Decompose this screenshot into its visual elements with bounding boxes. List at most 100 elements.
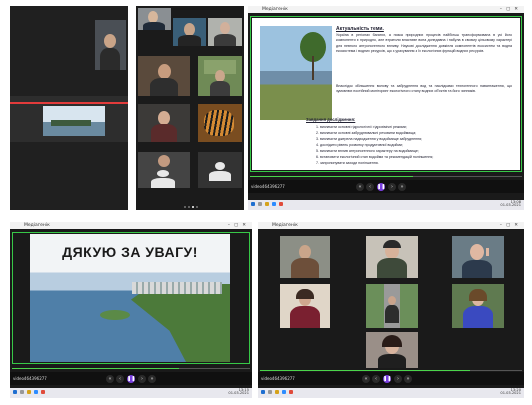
participant-tile[interactable] (95, 20, 126, 70)
rewind-icon[interactable]: « (106, 375, 114, 383)
participant-face (158, 64, 171, 79)
skip-forward-icon[interactable]: › (388, 183, 396, 191)
participant-face (470, 244, 484, 260)
window-controls[interactable]: –▢✕ (500, 223, 522, 228)
participant-tile[interactable] (366, 332, 418, 368)
recording-name: video464396277 (261, 376, 295, 381)
participant-body (214, 34, 236, 46)
slide-thumbnail (43, 106, 105, 136)
search-icon[interactable] (258, 202, 262, 206)
screenshot-participants-grid (136, 6, 244, 210)
avatar-placeholder-icon (151, 178, 175, 188)
participant-tile[interactable] (138, 8, 171, 30)
slide-heading: Актуальність теми. (336, 26, 384, 32)
participant-tile[interactable] (366, 236, 418, 278)
playback-progress[interactable] (12, 368, 250, 369)
participant-face (220, 22, 230, 34)
avatar-placeholder-icon (157, 170, 169, 177)
city-shore (131, 284, 230, 362)
taskbar-app-icon[interactable] (279, 202, 283, 206)
taskbar-app-icon[interactable] (34, 390, 38, 394)
windows-start-icon[interactable] (251, 202, 255, 206)
participant-tile[interactable] (366, 284, 418, 328)
participant-hair (382, 335, 402, 347)
avatar-placeholder-icon (215, 162, 225, 170)
windows-start-icon[interactable] (13, 390, 17, 394)
window-controls[interactable]: –▢✕ (500, 7, 522, 12)
taskbar-app-icon[interactable] (265, 202, 269, 206)
fast-forward-icon[interactable]: » (398, 183, 406, 191)
fast-forward-icon[interactable]: » (404, 375, 412, 383)
slide-area: ДЯКУЮ ЗА УВАГУ! (30, 234, 230, 362)
play-icon[interactable]: ❚❚ (127, 375, 135, 383)
recording-name: video464396277 (13, 376, 47, 381)
taskbar-clock: 13:20 01.03.2021 (500, 388, 521, 396)
participant-tile[interactable] (198, 104, 242, 142)
participant-body (291, 258, 319, 278)
playback-progress[interactable] (250, 176, 522, 177)
slide-body-2: Внаслідок збільшення вилову та забруднен… (336, 84, 512, 94)
taskbar-app-icon[interactable] (275, 390, 279, 394)
skip-forward-icon[interactable]: › (394, 375, 402, 383)
participant-body (377, 258, 407, 278)
participant-tile[interactable] (452, 284, 504, 328)
skip-back-icon[interactable]: ‹ (116, 375, 124, 383)
windows-start-icon[interactable] (261, 390, 265, 394)
play-icon[interactable]: ❚❚ (383, 375, 391, 383)
window-titlebar: Медіагенік –▢✕ (248, 6, 524, 13)
playback-progress[interactable] (260, 370, 522, 371)
window-titlebar: Медіагенік –▢✕ (10, 222, 252, 229)
window-titlebar: Медіагенік –▢✕ (258, 222, 524, 229)
participant-tile[interactable] (208, 18, 242, 46)
tasks-list: визначити основні гідрологічні і гідрохі… (310, 124, 510, 166)
screenshot-presentation-slide: Медіагенік –▢✕ Актуальність теми. Україн… (248, 6, 524, 210)
participant-tile[interactable] (452, 236, 504, 278)
participant-tile[interactable] (280, 236, 330, 278)
window-title: Медіагенік (262, 7, 288, 12)
participant-body (462, 260, 492, 278)
slide-area: Актуальність теми. Україна в регіонах ба… (252, 18, 520, 170)
play-icon[interactable]: ❚❚ (377, 183, 385, 191)
participant-tile[interactable] (198, 152, 242, 188)
window-controls[interactable]: –▢✕ (228, 223, 250, 228)
tiger-image (204, 110, 234, 136)
taskbar-clock: 13:08 01.03.2021 (500, 200, 521, 208)
presentation-thumbnail[interactable] (10, 96, 128, 142)
participant-hair (296, 289, 314, 299)
slide-title: ДЯКУЮ ЗА УВАГУ! (62, 244, 198, 260)
player-controls: video464396277 « ‹ ❚❚ › » (248, 180, 524, 193)
task-item: запропонувати заходи поліпшення. (320, 160, 510, 166)
taskbar-app-icon[interactable] (41, 390, 45, 394)
rewind-icon[interactable]: « (362, 375, 370, 383)
participant-tile[interactable] (138, 56, 190, 96)
participant-tile[interactable] (173, 18, 206, 46)
participant-face (158, 111, 170, 125)
recording-name: video464396277 (251, 184, 285, 189)
participant-tile[interactable] (138, 152, 190, 188)
taskbar-clock: 13:15 01.03.2021 (228, 388, 249, 396)
pagination-dots[interactable] (184, 206, 198, 208)
skip-back-icon[interactable]: ‹ (366, 183, 374, 191)
window-title: Медіагенік (272, 223, 298, 228)
red-divider (10, 102, 128, 104)
participant-body (290, 306, 320, 328)
participant-hair (383, 240, 401, 248)
taskbar-app-icon[interactable] (282, 390, 286, 394)
participant-body (210, 81, 230, 96)
taskbar-app-icon[interactable] (272, 202, 276, 206)
participant-tile[interactable] (198, 56, 242, 96)
shore-area (51, 120, 91, 126)
fast-forward-icon[interactable]: » (148, 375, 156, 383)
search-icon[interactable] (268, 390, 272, 394)
raised-finger (486, 248, 489, 256)
taskbar-app-icon[interactable] (289, 390, 293, 394)
search-icon[interactable] (20, 390, 24, 394)
skip-forward-icon[interactable]: › (138, 375, 146, 383)
skip-back-icon[interactable]: ‹ (372, 375, 380, 383)
participant-tile[interactable] (138, 104, 190, 142)
avatar-placeholder-icon (209, 171, 231, 181)
participant-tile[interactable] (280, 284, 330, 328)
rewind-icon[interactable]: « (356, 183, 364, 191)
taskbar-app-icon[interactable] (27, 390, 31, 394)
participant-face (388, 296, 396, 305)
